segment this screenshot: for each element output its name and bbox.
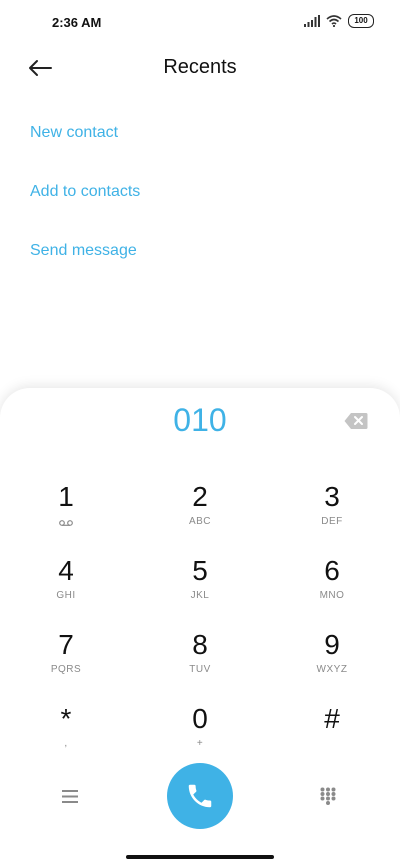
key-letters: JKL (190, 590, 210, 601)
battery-icon: 100 (348, 14, 374, 28)
key-1[interactable]: 1 (6, 480, 126, 544)
home-indicator[interactable] (126, 855, 274, 859)
key-7[interactable]: 7 PQRS (6, 628, 126, 692)
key-letters: WXYZ (316, 664, 348, 675)
menu-button[interactable] (55, 781, 85, 811)
key-0[interactable]: 0 + (140, 702, 260, 766)
add-to-contacts-link[interactable]: Add to contacts (30, 183, 140, 201)
key-letters: MNO (319, 590, 345, 601)
key-letters: TUV (189, 664, 211, 675)
key-5[interactable]: 5 JKL (140, 554, 260, 618)
key-digit: * (60, 703, 72, 734)
key-letters: DEF (321, 516, 343, 527)
call-button[interactable] (167, 763, 233, 829)
key-digit: 9 (324, 629, 340, 660)
backspace-icon (344, 413, 368, 429)
key-digit: 5 (192, 555, 208, 586)
key-digit: 4 (58, 555, 74, 586)
key-3[interactable]: 3 DEF (272, 480, 392, 544)
key-digit: # (324, 703, 340, 734)
key-8[interactable]: 8 TUV (140, 628, 260, 692)
key-4[interactable]: 4 GHI (6, 554, 126, 618)
new-contact-link[interactable]: New contact (30, 124, 118, 142)
key-letters: , (64, 738, 68, 749)
menu-icon (62, 789, 78, 803)
keypad-icon (320, 787, 336, 805)
status-time: 2:36 AM (52, 15, 102, 30)
voicemail-icon (59, 520, 73, 526)
signal-icon (304, 15, 320, 27)
key-digit: 7 (58, 629, 74, 660)
key-2[interactable]: 2 ABC (140, 480, 260, 544)
keypad-toggle-button[interactable] (313, 781, 343, 811)
key-letters: ABC (188, 516, 212, 527)
status-bar: 2:36 AM 100 (0, 0, 400, 44)
dialed-number: 010 (173, 402, 227, 438)
status-icons: 100 (304, 14, 374, 28)
key-digit: 8 (192, 629, 208, 660)
key-hash[interactable]: # (272, 702, 392, 766)
key-9[interactable]: 9 WXYZ (272, 628, 392, 692)
send-message-link[interactable]: Send message (30, 242, 137, 260)
key-letters: GHI (56, 590, 76, 601)
key-6[interactable]: 6 MNO (272, 554, 392, 618)
dialer-panel: 010 1 2 ABC 3 DEF 4 GHI 5 JKL 6 MNO 7 PQ… (0, 388, 400, 866)
key-digit: 6 (324, 555, 340, 586)
backspace-button[interactable] (344, 412, 368, 430)
key-digit: 0 (192, 703, 208, 734)
page-title: Recents (163, 56, 237, 78)
key-digit: 2 (192, 481, 208, 512)
wifi-icon (326, 15, 342, 27)
key-star[interactable]: * , (6, 702, 126, 766)
call-icon (188, 784, 212, 808)
key-letters: + (196, 738, 204, 749)
key-digit: 1 (58, 481, 74, 512)
key-letters: PQRS (50, 664, 82, 675)
key-digit: 3 (324, 481, 340, 512)
